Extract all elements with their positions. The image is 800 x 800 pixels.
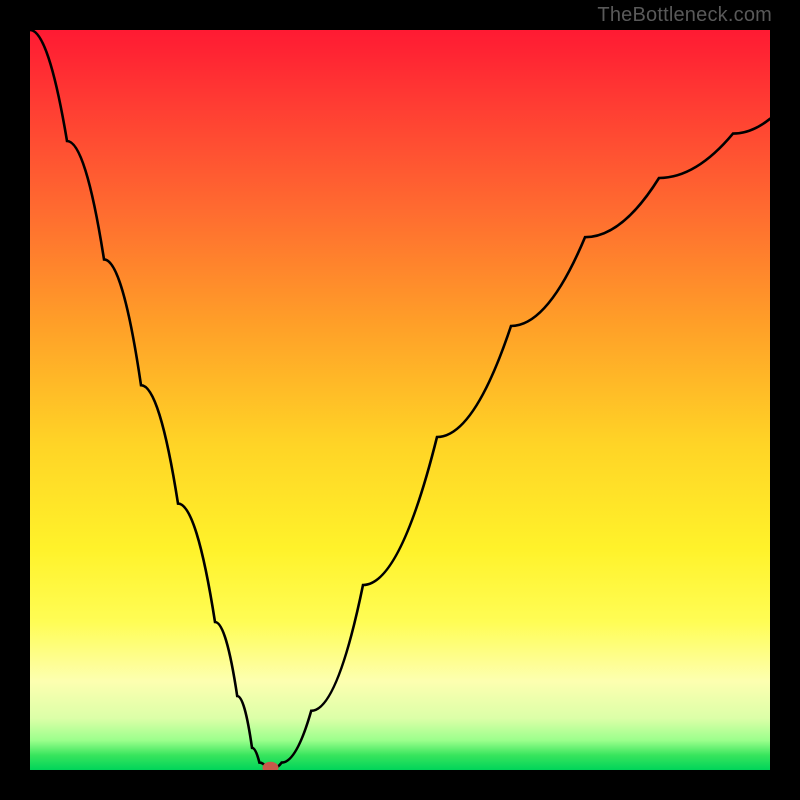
bottleneck-curve	[30, 30, 770, 768]
attribution-label: TheBottleneck.com	[597, 4, 772, 27]
min-point-marker	[263, 762, 279, 770]
curve-layer	[30, 30, 770, 770]
plot-area	[30, 30, 770, 770]
chart-frame: TheBottleneck.com	[0, 0, 800, 800]
